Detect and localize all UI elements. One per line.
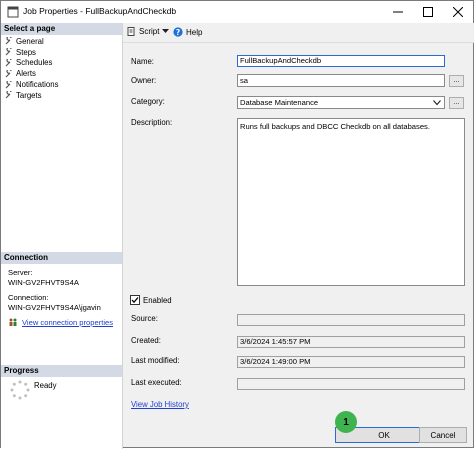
- connection-value: WIN-GV2FHVT9S4A\jgavin: [8, 303, 101, 312]
- close-icon: [453, 7, 463, 17]
- owner-field[interactable]: sa: [237, 74, 445, 87]
- step-number-badge: 1: [335, 411, 357, 433]
- page-item-label: General: [16, 36, 44, 46]
- connection-label: Connection:: [8, 293, 49, 302]
- select-page-header: Select a page: [1, 23, 122, 35]
- checkmark-icon: [131, 297, 139, 304]
- title-bar: Job Properties - FullBackupAndCheckdb: [1, 1, 473, 23]
- page-item-label: Alerts: [16, 69, 36, 79]
- script-button[interactable]: Script: [127, 27, 170, 36]
- left-pane: Select a page General Steps Schedules Al…: [1, 23, 123, 449]
- view-connection-link[interactable]: View connection properties: [22, 318, 113, 327]
- window-title: Job Properties - FullBackupAndCheckdb: [23, 6, 177, 16]
- connection-header: Connection: [1, 252, 122, 264]
- page-item-targets[interactable]: Targets: [5, 90, 119, 101]
- svg-text:?: ?: [176, 28, 180, 37]
- help-button[interactable]: ? Help: [173, 27, 202, 37]
- view-job-history-link[interactable]: View Job History: [131, 400, 189, 409]
- connection-icon: [9, 318, 17, 326]
- minimize-button[interactable]: [383, 1, 413, 23]
- progress-header: Progress: [1, 365, 122, 377]
- server-value: WIN-GV2FHVT9S4A: [8, 278, 79, 287]
- maximize-icon: [423, 7, 433, 17]
- page-list: General Steps Schedules Alerts Notificat…: [5, 36, 119, 101]
- chevron-down-icon: [162, 29, 170, 33]
- page-item-general[interactable]: General: [5, 36, 119, 47]
- help-label: Help: [186, 27, 203, 37]
- help-icon: ?: [173, 27, 183, 37]
- server-label: Server:: [8, 268, 33, 277]
- wrench-icon: [5, 48, 12, 56]
- ok-label: OK: [378, 430, 390, 440]
- category-label: Category:: [131, 97, 165, 106]
- last-modified-label: Last modified:: [131, 356, 180, 365]
- created-label: Created:: [131, 336, 161, 345]
- owner-browse-button[interactable]: ...: [449, 75, 464, 87]
- wrench-icon: [5, 69, 12, 78]
- minimize-icon: [393, 11, 403, 13]
- last-modified-field: 3/6/2024 1:49:00 PM: [237, 356, 465, 368]
- page-item-label: Schedules: [16, 58, 53, 68]
- enabled-checkbox[interactable]: [130, 295, 140, 305]
- close-button[interactable]: [443, 1, 473, 23]
- wrench-icon: [5, 37, 12, 45]
- last-executed-label: Last executed:: [131, 378, 182, 387]
- category-value: Database Maintenance: [240, 98, 319, 107]
- page-item-schedules[interactable]: Schedules: [5, 58, 119, 69]
- source-label: Source:: [131, 314, 158, 323]
- last-executed-field: [237, 378, 465, 390]
- job-properties-window: Job Properties - FullBackupAndCheckdb Se…: [0, 0, 474, 449]
- progress-spinner-icon: [10, 380, 30, 400]
- name-label: Name:: [131, 57, 154, 66]
- created-field: 3/6/2024 1:45:57 PM: [237, 336, 465, 348]
- view-connection-properties[interactable]: View connection properties: [8, 318, 113, 327]
- category-browse-button[interactable]: ...: [449, 97, 464, 109]
- description-label: Description:: [131, 118, 173, 127]
- page-item-notifications[interactable]: Notifications: [5, 79, 119, 90]
- owner-label: Owner:: [131, 76, 157, 85]
- description-textarea[interactable]: Runs full backups and DBCC Checkdb on al…: [237, 118, 465, 286]
- wrench-icon: [5, 58, 12, 67]
- maximize-button[interactable]: [413, 1, 443, 23]
- page-item-steps[interactable]: Steps: [5, 47, 119, 58]
- wrench-icon: [5, 80, 12, 89]
- app-icon: [7, 6, 19, 18]
- page-item-label: Targets: [16, 90, 42, 100]
- script-icon: [127, 27, 135, 36]
- script-label: Script: [139, 27, 160, 36]
- cancel-label: Cancel: [430, 430, 456, 440]
- toolbar: Script ? Help: [123, 23, 474, 43]
- chevron-down-icon: [433, 100, 441, 106]
- name-field[interactable]: FullBackupAndCheckdb: [237, 55, 445, 67]
- enabled-label: Enabled: [143, 296, 172, 305]
- wrench-icon: [5, 91, 12, 99]
- cancel-button[interactable]: Cancel: [419, 427, 467, 443]
- progress-status: Ready: [34, 381, 57, 390]
- badge-number: 1: [343, 416, 349, 428]
- page-item-label: Notifications: [16, 80, 59, 90]
- page-item-alerts[interactable]: Alerts: [5, 68, 119, 79]
- source-field: [237, 314, 465, 326]
- category-select[interactable]: Database Maintenance: [237, 96, 445, 109]
- page-item-label: Steps: [16, 47, 36, 57]
